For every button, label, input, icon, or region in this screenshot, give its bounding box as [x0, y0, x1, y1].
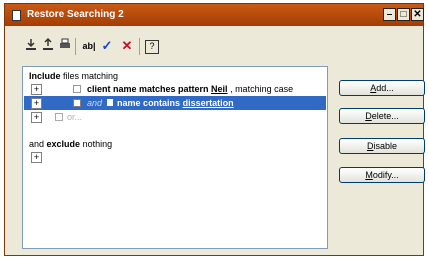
or-placeholder[interactable]: or... [67, 112, 82, 122]
condition-checkbox[interactable] [55, 113, 63, 121]
add-condition-button[interactable]: + [31, 84, 42, 95]
toolbar: ab| ✓ ✕ ? [22, 37, 182, 59]
toolbar-separator [139, 38, 140, 55]
add-button[interactable]: Add... [339, 80, 425, 96]
delete-button[interactable]: Delete... [339, 108, 425, 124]
app-icon [12, 10, 21, 21]
delete-icon[interactable]: ✕ [118, 37, 136, 55]
rule-text: name contains [114, 98, 183, 108]
rule-suffix: , matching case [227, 84, 294, 94]
check-icon[interactable]: ✓ [98, 37, 116, 55]
print-icon[interactable] [56, 37, 74, 55]
file-icon [106, 99, 113, 106]
include-line: Include files matching [29, 71, 118, 81]
and-connector: and [87, 98, 103, 108]
exclude-rest: nothing [80, 139, 113, 149]
include-rest: files matching [60, 71, 119, 81]
include-keyword: Include [29, 71, 61, 81]
rule-row-client-name[interactable]: client name matches pattern Neil , match… [87, 84, 293, 94]
import-icon[interactable] [22, 37, 40, 55]
window-title: Restore Searching 2 [27, 9, 124, 20]
maximize-button[interactable]: □ [397, 8, 410, 21]
minimize-button[interactable]: – [383, 8, 396, 21]
add-exclude-button[interactable]: + [31, 152, 42, 163]
rules-panel[interactable]: Include files matching + client name mat… [22, 66, 328, 249]
rule-text: client name matches pattern [87, 84, 212, 94]
modify-button[interactable]: Modify... [339, 167, 425, 183]
rename-icon[interactable]: ab| [80, 37, 98, 55]
disable-button[interactable]: Disable [339, 138, 425, 154]
export-icon[interactable] [39, 37, 57, 55]
title-bar[interactable]: Restore Searching 2 – □ ✕ [5, 4, 424, 26]
condition-checkbox[interactable] [73, 85, 81, 93]
condition-checkbox[interactable] [73, 99, 81, 107]
rule-row-name-contains[interactable]: and name contains dissertation [87, 98, 234, 108]
close-button[interactable]: ✕ [411, 8, 424, 21]
add-condition-button[interactable]: + [31, 112, 42, 123]
exclude-keyword: exclude [46, 139, 81, 149]
exclude-line: and exclude nothing [29, 139, 112, 149]
exclude-prefix: and [29, 139, 47, 149]
toolbar-separator [75, 38, 76, 55]
rule-value-link[interactable]: dissertation [183, 98, 234, 108]
add-condition-button[interactable]: + [31, 98, 42, 109]
help-icon[interactable]: ? [145, 40, 159, 54]
rule-value-link[interactable]: Neil [211, 84, 228, 94]
restore-window: Restore Searching 2 – □ ✕ ab| ✓ ✕ ? Incl… [4, 3, 425, 256]
